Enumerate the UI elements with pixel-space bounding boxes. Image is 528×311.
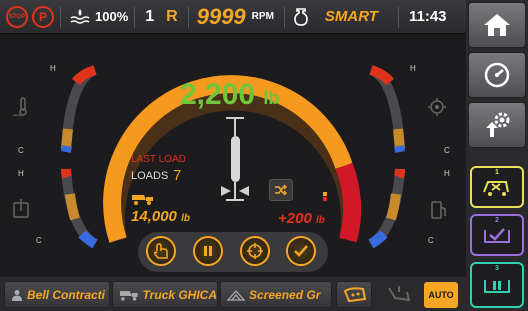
current-load: 2,200 lb [180, 78, 279, 112]
manual-load-button[interactable] [146, 236, 176, 266]
right-nav: 1 2 3 [466, 0, 528, 311]
gear-indicator: 1 R [135, 0, 187, 33]
loads-count: 7 [173, 167, 182, 184]
pause-icon [204, 246, 212, 256]
material-name: Screened Gr [249, 287, 321, 302]
pause-icon [484, 280, 510, 293]
rpm-readout: 9999 RPM [189, 0, 284, 33]
target-icon [247, 243, 263, 259]
warning-lights: STOP P [0, 0, 60, 33]
mode-icon [294, 7, 308, 26]
speedometer-icon [484, 62, 510, 88]
clock: 11:43 [399, 0, 453, 33]
operator-name: Bell Contracti [27, 287, 106, 302]
truck-name: Truck GHICA [142, 287, 217, 302]
weight-delta: +200 lb [278, 210, 325, 227]
total-weight-value: 14,000 [131, 208, 177, 225]
person-icon [12, 289, 22, 301]
truck-selector[interactable]: Truck GHICA [112, 281, 218, 308]
pause-button[interactable] [193, 236, 223, 266]
fuel-icon [431, 201, 446, 219]
shuffle-button[interactable] [269, 179, 293, 201]
quick-action-3-number: 3 [495, 265, 499, 272]
weight-delta-value: +200 [278, 210, 312, 227]
hand-tap-icon [153, 243, 168, 259]
fluid-level: 100% [61, 0, 134, 33]
mode-indicator: SMART [285, 0, 384, 33]
status-bar: STOP P 100% 1 R 9999 RPM SMART 11:43 [0, 0, 466, 34]
shuffle-icon [275, 184, 288, 196]
operator-selector[interactable]: Bell Contracti [4, 281, 110, 308]
quick-action-1-number: 1 [495, 169, 499, 176]
truck-cancel-icon [483, 181, 509, 196]
home-icon [484, 14, 510, 36]
settings-button[interactable] [468, 102, 526, 148]
truck-axle-indicator [221, 117, 249, 201]
dump-truck-icon [132, 195, 153, 205]
fluid-percent: 100% [95, 9, 129, 24]
load-level-bars [323, 192, 327, 201]
quick-action-2[interactable]: 2 [470, 214, 524, 256]
gear-direction: R [166, 7, 178, 25]
check-icon [294, 245, 308, 257]
dashboard-button[interactable] [468, 52, 526, 98]
left-lower-gauge [61, 168, 98, 249]
left-upper-high-label: H [50, 64, 56, 73]
quick-action-1[interactable]: 1 [470, 166, 524, 208]
quick-action-2-number: 2 [495, 217, 499, 224]
left-lower-high-label: H [18, 169, 24, 178]
left-lower-low-label: C [36, 236, 42, 245]
auto-button[interactable]: AUTO [424, 282, 458, 308]
settings-icon [486, 112, 510, 137]
gear-number: 1 [145, 7, 155, 25]
fluid-level-icon [70, 8, 90, 24]
transmission-temp-icon [428, 98, 446, 116]
left-upper-low-label: C [18, 146, 24, 155]
total-weight-unit: lb [181, 213, 190, 224]
left-upper-gauge [61, 65, 98, 153]
confirm-button[interactable] [286, 236, 316, 266]
coolant-temp-icon [12, 97, 27, 117]
loads-label: LOADS [131, 170, 169, 182]
target-button[interactable] [240, 236, 270, 266]
current-load-unit: lb [263, 88, 280, 108]
bucket-tilt-icon [388, 285, 411, 301]
quick-action-3[interactable]: 3 [470, 262, 524, 308]
stop-warning-icon: STOP [6, 5, 28, 28]
clock-time: 11:43 [408, 8, 447, 25]
current-load-value: 2,200 [180, 78, 256, 111]
park-brake-icon: P [32, 5, 54, 28]
last-load-label: LAST LOAD [131, 154, 186, 165]
bucket-disabled-button[interactable] [378, 281, 418, 308]
weight-delta-unit: lb [315, 215, 325, 226]
oil-temp-icon [13, 199, 29, 218]
bottom-bar: Bell Contracti Truck GHICA Screened Gr A… [0, 277, 466, 311]
truck-icon [119, 290, 138, 301]
right-upper-high-label: H [410, 64, 416, 73]
right-upper-gauge [368, 65, 405, 153]
right-upper-low-label: C [444, 146, 450, 155]
material-pile-icon [227, 289, 245, 301]
rpm-value: 9999 [196, 3, 246, 29]
right-lower-high-label: H [444, 169, 450, 178]
mode-label: SMART [324, 8, 378, 25]
rpm-unit: RPM [251, 11, 274, 22]
right-lower-gauge [368, 168, 405, 249]
home-button[interactable] [468, 2, 526, 48]
material-selector[interactable]: Screened Gr [220, 281, 332, 308]
check-icon [484, 228, 510, 243]
bucket-dump-button[interactable] [336, 281, 372, 308]
total-weight: 14,000 lb [131, 208, 190, 225]
right-lower-low-label: C [428, 236, 434, 245]
bucket-icon [343, 286, 367, 302]
